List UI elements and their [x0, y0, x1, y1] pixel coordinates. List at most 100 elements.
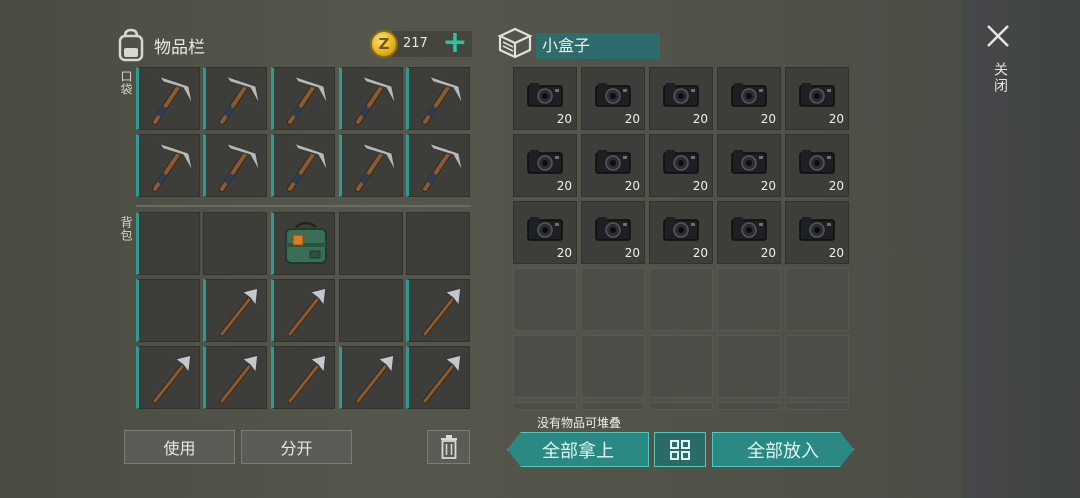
coin-icon: Z	[370, 30, 398, 58]
close-label[interactable]: 关闭	[990, 62, 1010, 94]
box-slot-empty[interactable]	[785, 268, 849, 331]
box-slot-empty[interactable]	[649, 268, 713, 331]
pocket-slot[interactable]	[406, 134, 470, 197]
backpack-slot[interactable]	[339, 346, 403, 409]
camera-icon	[663, 217, 699, 241]
pickaxe-icon	[355, 141, 397, 192]
backpack-icon	[118, 28, 144, 62]
box-slot[interactable]: 20	[513, 67, 577, 130]
box-slot-empty[interactable]	[785, 335, 849, 398]
box-slot-empty[interactable]	[649, 402, 713, 410]
item-quantity: 20	[692, 179, 708, 193]
backpack-slot[interactable]	[136, 212, 200, 275]
close-icon[interactable]	[984, 22, 1012, 50]
item-quantity: 20	[692, 112, 708, 126]
backpack-slot[interactable]	[406, 212, 470, 275]
camera-icon	[663, 150, 699, 174]
use-button[interactable]: 使用	[124, 430, 235, 464]
put-all-button[interactable]: 全部放入	[712, 432, 854, 467]
backpack-slot[interactable]	[203, 212, 267, 275]
box-slot[interactable]: 20	[717, 134, 781, 197]
stack-note: 没有物品可堆叠	[537, 416, 622, 430]
pocket-slot[interactable]	[136, 67, 200, 130]
item-quantity: 20	[828, 112, 844, 126]
right-side-panel	[962, 0, 1080, 498]
camera-icon	[731, 150, 767, 174]
box-slot[interactable]: 20	[649, 67, 713, 130]
pickaxe-icon	[219, 74, 261, 125]
camera-icon	[731, 83, 767, 107]
backpack-slot[interactable]	[136, 279, 200, 342]
pocket-slot[interactable]	[271, 134, 335, 197]
box-slot-empty[interactable]	[581, 402, 645, 410]
box-slot-empty[interactable]	[785, 402, 849, 410]
box-slot[interactable]: 20	[513, 201, 577, 264]
box-slot-empty[interactable]	[513, 402, 577, 410]
box-slot-empty[interactable]	[513, 268, 577, 331]
backpack-slot[interactable]	[136, 346, 200, 409]
box-slot[interactable]: 20	[785, 134, 849, 197]
item-quantity: 20	[624, 246, 640, 260]
pocket-slot[interactable]	[339, 67, 403, 130]
pocket-slot[interactable]	[203, 67, 267, 130]
trash-button[interactable]	[427, 430, 470, 464]
camera-icon	[799, 217, 835, 241]
backpack-slot[interactable]	[406, 279, 470, 342]
box-slot-empty[interactable]	[717, 402, 781, 410]
backpack-slot[interactable]	[203, 279, 267, 342]
pocket-slot[interactable]	[406, 67, 470, 130]
box-title: 小盒子	[536, 33, 660, 59]
pocket-slot[interactable]	[136, 134, 200, 197]
box-slot-empty[interactable]	[513, 335, 577, 398]
item-quantity: 20	[624, 112, 640, 126]
spear-icon	[422, 287, 462, 337]
spear-icon	[355, 354, 395, 404]
spear-icon	[287, 354, 327, 404]
box-slot[interactable]: 20	[785, 201, 849, 264]
box-slot-empty[interactable]	[581, 268, 645, 331]
pocket-slot[interactable]	[203, 134, 267, 197]
add-coins-button[interactable]: +	[440, 28, 470, 59]
box-slot[interactable]: 20	[649, 201, 713, 264]
box-slot[interactable]: 20	[717, 201, 781, 264]
item-quantity: 20	[556, 179, 572, 193]
box-slot-empty[interactable]	[717, 335, 781, 398]
camera-icon	[527, 217, 563, 241]
box-slot[interactable]: 20	[581, 134, 645, 197]
backpack-slot[interactable]	[271, 212, 335, 275]
camera-icon	[663, 83, 699, 107]
item-quantity: 20	[556, 112, 572, 126]
pickaxe-icon	[287, 141, 329, 192]
backpack-slot[interactable]	[339, 212, 403, 275]
take-all-button[interactable]: 全部拿上	[507, 432, 649, 467]
pocket-slot[interactable]	[339, 134, 403, 197]
box-slot-empty[interactable]	[649, 335, 713, 398]
spear-icon	[422, 354, 462, 404]
box-slot[interactable]: 20	[649, 134, 713, 197]
item-quantity: 20	[556, 246, 572, 260]
box-slot[interactable]: 20	[581, 67, 645, 130]
box-slot[interactable]: 20	[513, 134, 577, 197]
backpack-slot[interactable]	[203, 346, 267, 409]
pocket-slot[interactable]	[271, 67, 335, 130]
pocket-label: 口袋	[119, 70, 133, 96]
backpack-slot[interactable]	[406, 346, 470, 409]
box-slot-empty[interactable]	[581, 335, 645, 398]
item-quantity: 20	[624, 179, 640, 193]
backpack-slot[interactable]	[271, 279, 335, 342]
box-slot[interactable]: 20	[581, 201, 645, 264]
camera-icon	[595, 150, 631, 174]
pickaxe-icon	[152, 141, 194, 192]
box-slot[interactable]: 20	[785, 67, 849, 130]
camera-icon	[731, 217, 767, 241]
backpack-slot[interactable]	[339, 279, 403, 342]
camera-icon	[527, 83, 563, 107]
pickaxe-icon	[219, 141, 261, 192]
backpack-slot[interactable]	[271, 346, 335, 409]
split-button[interactable]: 分开	[241, 430, 352, 464]
box-slot-empty[interactable]	[717, 268, 781, 331]
box-slot[interactable]: 20	[717, 67, 781, 130]
inventory-header: 物品栏	[116, 26, 205, 64]
sort-grid-button[interactable]	[654, 432, 706, 467]
camera-icon	[799, 83, 835, 107]
